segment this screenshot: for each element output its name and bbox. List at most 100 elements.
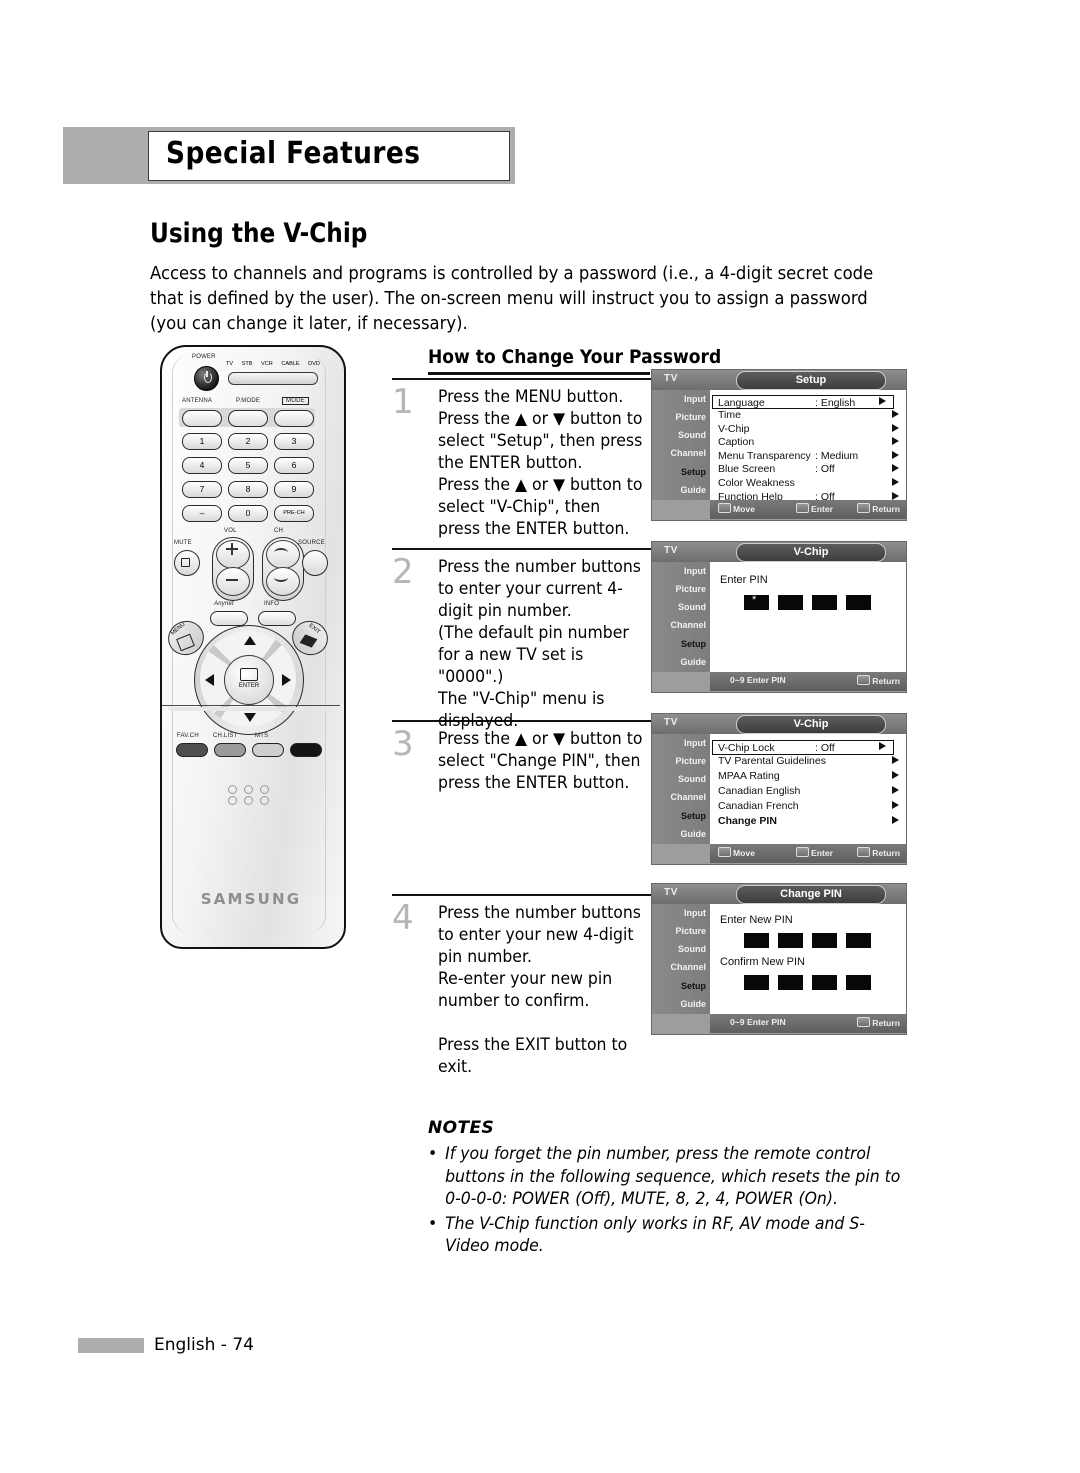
- menu-row-time[interactable]: Time: [710, 409, 906, 423]
- sidebar-item-sound[interactable]: Sound: [652, 599, 710, 617]
- antenna-button[interactable]: [182, 410, 222, 427]
- sidebar-item-picture[interactable]: Picture: [652, 580, 710, 598]
- sidebar-item-setup[interactable]: Setup: [652, 635, 710, 653]
- anynet-button[interactable]: [210, 611, 248, 626]
- picture-icon: [655, 924, 672, 938]
- menu-row-menu-transparency[interactable]: Menu Transparency: Medium: [710, 450, 906, 464]
- bullet-icon: •: [428, 1144, 438, 1163]
- key-2[interactable]: 2: [228, 433, 268, 450]
- menu-row-mpaa-rating[interactable]: MPAA Rating: [710, 770, 906, 785]
- sidebar-item-setup[interactable]: Setup: [652, 807, 710, 825]
- key-label: 9: [291, 484, 297, 494]
- menu-row-canadian-french[interactable]: Canadian French: [710, 800, 906, 815]
- sidebar-item-channel[interactable]: Channel: [652, 959, 710, 977]
- sidebar-item-channel[interactable]: Channel: [652, 617, 710, 635]
- chevron-right-icon: [892, 464, 899, 473]
- volume-up-button[interactable]: [216, 540, 250, 569]
- sidebar-item-picture[interactable]: Picture: [652, 408, 710, 426]
- sidebar-item-picture[interactable]: Picture: [652, 922, 710, 940]
- menu-row-tv-parental-guidelines[interactable]: TV Parental Guidelines: [710, 755, 906, 770]
- confirm-pin-digit-4[interactable]: [846, 975, 871, 990]
- volume-down-button[interactable]: [216, 567, 250, 596]
- key-pre-ch[interactable]: PRE-CH: [274, 505, 314, 522]
- sidebar-item-input[interactable]: Input: [652, 562, 710, 580]
- menu-row-change-pin[interactable]: Change PIN: [710, 815, 906, 830]
- menu-row-canadian-english[interactable]: Canadian English: [710, 785, 906, 800]
- sidebar-item-channel[interactable]: Channel: [652, 789, 710, 807]
- sidebar-label: Setup: [680, 638, 706, 649]
- enter-button[interactable]: ENTER: [224, 655, 274, 705]
- key-label: 6: [291, 460, 297, 470]
- sidebar-item-setup[interactable]: Setup: [652, 463, 710, 481]
- sidebar-item-setup[interactable]: Setup: [652, 977, 710, 995]
- key-6[interactable]: 6: [274, 457, 314, 474]
- sidebar-item-guide[interactable]: Guide: [652, 825, 710, 843]
- pin-digit-3[interactable]: [812, 595, 837, 610]
- samsung-logo: SAMSUNG: [200, 890, 302, 908]
- sidebar-item-sound[interactable]: Sound: [652, 771, 710, 789]
- confirm-pin-digit-1[interactable]: [744, 975, 769, 990]
- notes-heading: NOTES: [428, 1118, 495, 1138]
- mute-icon: [181, 558, 190, 567]
- key-9[interactable]: 9: [274, 481, 314, 498]
- key-1[interactable]: 1: [182, 433, 222, 450]
- picture-icon: [655, 754, 672, 768]
- sidebar-label: Sound: [678, 602, 706, 613]
- menu-row-blue-screen[interactable]: Blue Screen: Off: [710, 463, 906, 477]
- info-button[interactable]: [258, 611, 296, 626]
- mode-button[interactable]: [274, 410, 314, 427]
- nav-right-icon[interactable]: [282, 674, 291, 686]
- ch-list-button[interactable]: [214, 743, 246, 757]
- step-3: 3 Press the ▲ or ▼ button to select "Cha…: [392, 722, 654, 894]
- sidebar-label: Channel: [670, 620, 706, 631]
- navigation-pad[interactable]: ENTER: [194, 625, 304, 735]
- pmode-button[interactable]: [228, 410, 268, 427]
- sidebar-item-input[interactable]: Input: [652, 390, 710, 408]
- menu-row-vchip[interactable]: V-Chip: [710, 423, 906, 437]
- key-dash[interactable]: –: [182, 505, 222, 522]
- sidebar-item-guide[interactable]: Guide: [652, 481, 710, 499]
- fav-ch-button[interactable]: [176, 743, 208, 757]
- extra-button[interactable]: [290, 743, 322, 757]
- confirm-pin-digit-3[interactable]: [812, 975, 837, 990]
- nav-down-icon[interactable]: [244, 713, 256, 722]
- sidebar-item-guide[interactable]: Guide: [652, 653, 710, 671]
- confirm-pin-digit-2[interactable]: [778, 975, 803, 990]
- sidebar-item-guide[interactable]: Guide: [652, 995, 710, 1013]
- key-8[interactable]: 8: [228, 481, 268, 498]
- key-0[interactable]: 0: [228, 505, 268, 522]
- speaker-dots: [228, 785, 274, 805]
- guide-icon: [655, 483, 672, 497]
- sidebar-item-picture[interactable]: Picture: [652, 752, 710, 770]
- sidebar-item-sound[interactable]: Sound: [652, 941, 710, 959]
- osd-footer: 0~9 Enter PIN Return: [710, 672, 906, 691]
- new-pin-digit-4[interactable]: [846, 933, 871, 948]
- menu-row-caption[interactable]: Caption: [710, 436, 906, 450]
- nav-up-icon[interactable]: [244, 636, 256, 645]
- sidebar-item-input[interactable]: Input: [652, 734, 710, 752]
- menu-row-color-weakness[interactable]: Color Weakness: [710, 477, 906, 491]
- sidebar-item-input[interactable]: Input: [652, 904, 710, 922]
- power-button[interactable]: [194, 366, 219, 391]
- menu-row-language[interactable]: Language: English: [712, 395, 894, 409]
- key-7[interactable]: 7: [182, 481, 222, 498]
- pin-digit-1[interactable]: [744, 594, 769, 610]
- pin-digit-2[interactable]: [778, 595, 803, 610]
- chevron-right-icon: [892, 491, 899, 500]
- sidebar-item-sound[interactable]: Sound: [652, 427, 710, 445]
- sidebar-label: Input: [684, 907, 706, 918]
- key-4[interactable]: 4: [182, 457, 222, 474]
- menu-row-vchip-lock[interactable]: V-Chip Lock: Off: [712, 740, 894, 755]
- pin-digit-4[interactable]: [846, 595, 871, 610]
- new-pin-digit-2[interactable]: [778, 933, 803, 948]
- nav-left-icon[interactable]: [205, 674, 214, 686]
- source-button[interactable]: [302, 550, 328, 576]
- key-3[interactable]: 3: [274, 433, 314, 450]
- new-pin-digit-3[interactable]: [812, 933, 837, 948]
- chapter-header: Special Features: [63, 127, 515, 184]
- menu-row-label: Color Weakness: [718, 476, 795, 489]
- new-pin-digit-1[interactable]: [744, 933, 769, 948]
- sidebar-item-channel[interactable]: Channel: [652, 445, 710, 463]
- key-5[interactable]: 5: [228, 457, 268, 474]
- mts-button[interactable]: [252, 743, 284, 757]
